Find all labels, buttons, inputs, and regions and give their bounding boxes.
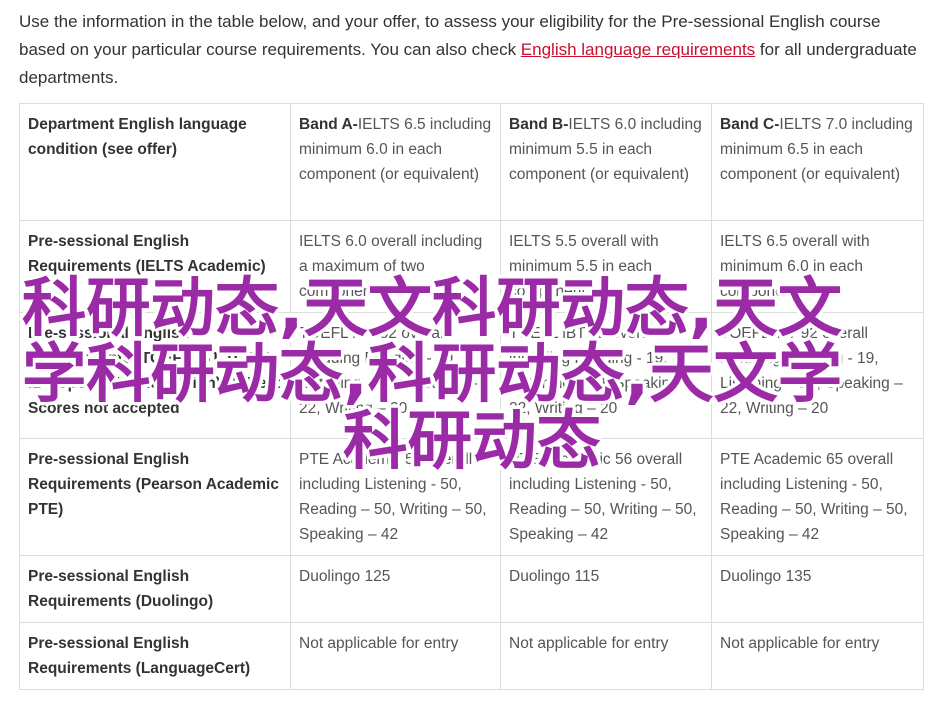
row-label-pte: Pre-sessional English Requirements (Pear… <box>19 438 291 556</box>
header-label-cell: Department English language condition (s… <box>19 103 291 221</box>
table-cell: TOEFL iBT 82 overall including Reading -… <box>500 312 712 439</box>
table-row: Pre-sessional English Requirements (Pear… <box>19 438 924 556</box>
table-cell: Duolingo 115 <box>500 555 712 623</box>
english-language-requirements-link[interactable]: English language requirements <box>521 40 755 59</box>
table-cell: TOEFL iBT 82 overall including Reading -… <box>290 312 501 439</box>
table-cell: PTE Academic 56 overall including Listen… <box>500 438 712 556</box>
table-cell: TOEFL iBT 92 overall including Reading -… <box>711 312 924 439</box>
row-label-languagecert: Pre-sessional English Requirements (Lang… <box>19 622 291 690</box>
band-c-name: Band C- <box>720 116 780 133</box>
table-cell: Duolingo 125 <box>290 555 501 623</box>
table-row: Pre-sessional English Requirements (TOEF… <box>19 312 924 439</box>
row-label-duolingo: Pre-sessional English Requirements (Duol… <box>19 555 291 623</box>
requirements-table: Department English language condition (s… <box>19 103 924 690</box>
band-c-cell: Band C-IELTS 7.0 including minimum 6.5 i… <box>711 103 924 221</box>
table-cell: IELTS 6.5 overall with minimum 6.0 in ea… <box>711 220 924 313</box>
band-a-name: Band A- <box>299 116 358 133</box>
table-cell: IELTS 6.0 overall including a maximum of… <box>290 220 501 313</box>
table-cell: Not applicable for entry <box>290 622 501 690</box>
table-cell: IELTS 5.5 overall with minimum 5.5 in ea… <box>500 220 712 313</box>
table-cell: PTE Academic 58 overall including Listen… <box>290 438 501 556</box>
intro-paragraph: Use the information in the table below, … <box>19 8 924 92</box>
table-row: Pre-sessional English Requirements (IELT… <box>19 220 924 313</box>
table-cell: Duolingo 135 <box>711 555 924 623</box>
table-row: Pre-sessional English Requirements (Lang… <box>19 622 924 690</box>
table-header-row: Department English language condition (s… <box>19 103 924 221</box>
row-label-toefl: Pre-sessional English Requirements (TOEF… <box>19 312 291 439</box>
band-b-cell: Band B-IELTS 6.0 including minimum 5.5 i… <box>500 103 712 221</box>
table-cell: PTE Academic 65 overall including Listen… <box>711 438 924 556</box>
band-b-name: Band B- <box>509 116 569 133</box>
row-label-ielts: Pre-sessional English Requirements (IELT… <box>19 220 291 313</box>
band-a-cell: Band A-IELTS 6.5 including minimum 6.0 i… <box>290 103 501 221</box>
table-cell: Not applicable for entry <box>711 622 924 690</box>
table-row: Pre-sessional English Requirements (Duol… <box>19 555 924 623</box>
table-cell: Not applicable for entry <box>500 622 712 690</box>
